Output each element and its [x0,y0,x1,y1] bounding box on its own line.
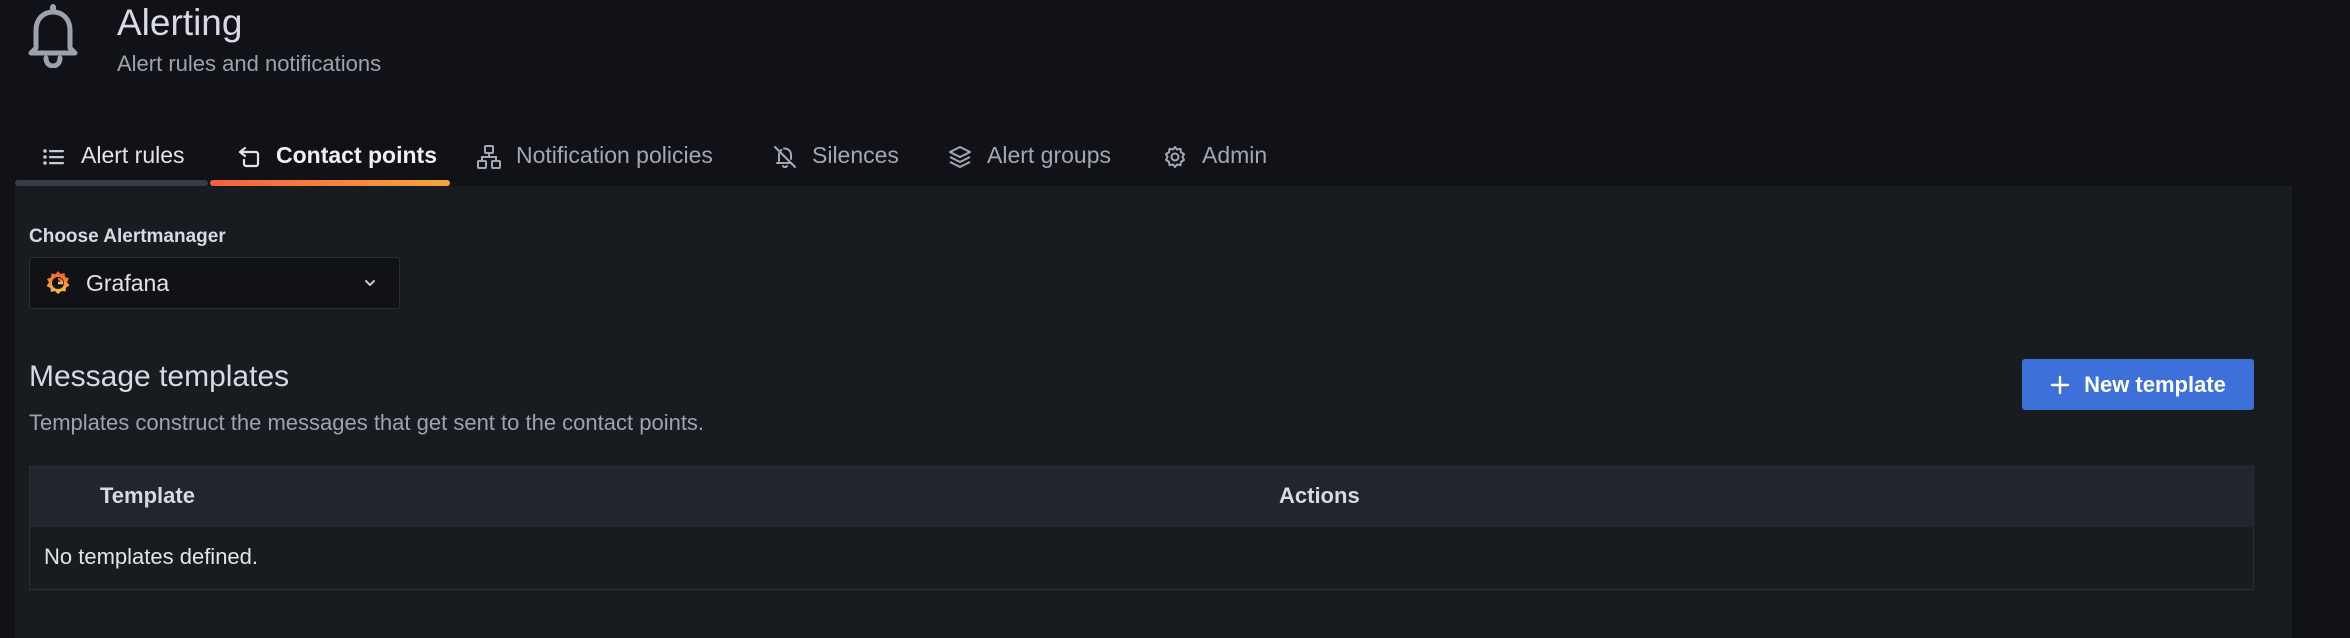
table-row: No templates defined. [30,527,2253,589]
tab-admin[interactable]: Admin [1162,132,1302,186]
tab-alert-groups[interactable]: Alert groups [947,132,1162,186]
tab-contact-points[interactable]: Contact points [210,132,450,186]
column-header-actions: Actions [1279,483,1360,508]
sitemap-icon [476,144,502,170]
alertmanager-select[interactable]: Grafana [29,257,400,309]
tab-label: Notification policies [516,142,713,168]
tab-notification-policies[interactable]: Notification policies [450,132,772,186]
page-header: Alerting Alert rules and notifications [0,0,2350,130]
chevron-down-icon [361,274,379,292]
bell-icon [24,2,82,69]
tab-alert-rules[interactable]: Alert rules [15,132,208,186]
tab-bar: Alert rules Contact points Notification … [15,132,1302,186]
column-header-template: Template [100,483,195,508]
new-template-label: New template [2084,371,2226,397]
section-title: Message templates [29,360,290,393]
grafana-logo-icon [44,269,72,297]
empty-message: No templates defined. [44,544,259,569]
new-template-button[interactable]: New template [2022,359,2254,410]
section-description: Templates construct the messages that ge… [29,410,705,435]
templates-table: Template Actions No templates defined. [29,466,2254,590]
comment-alt-share-icon [236,144,262,170]
cog-icon [1162,144,1188,170]
layer-group-icon [947,144,973,170]
bell-slash-icon [772,144,798,170]
alertmanager-label: Choose Alertmanager [29,226,226,247]
page-subtitle: Alert rules and notifications [117,51,382,76]
content-panel: Choose Alertmanager Grafana Message temp… [15,186,2292,638]
tab-label: Alert rules [81,142,185,168]
tab-silences[interactable]: Silences [772,132,947,186]
alertmanager-value: Grafana [86,269,170,296]
tab-label: Admin [1202,142,1268,168]
page-title: Alerting [117,2,243,43]
tab-label: Alert groups [987,142,1112,168]
table-header: Template Actions [30,467,2253,527]
tab-label: Contact points [276,142,437,168]
plus-icon [2050,375,2070,395]
list-icon [41,144,67,170]
tab-label: Silences [812,142,899,168]
